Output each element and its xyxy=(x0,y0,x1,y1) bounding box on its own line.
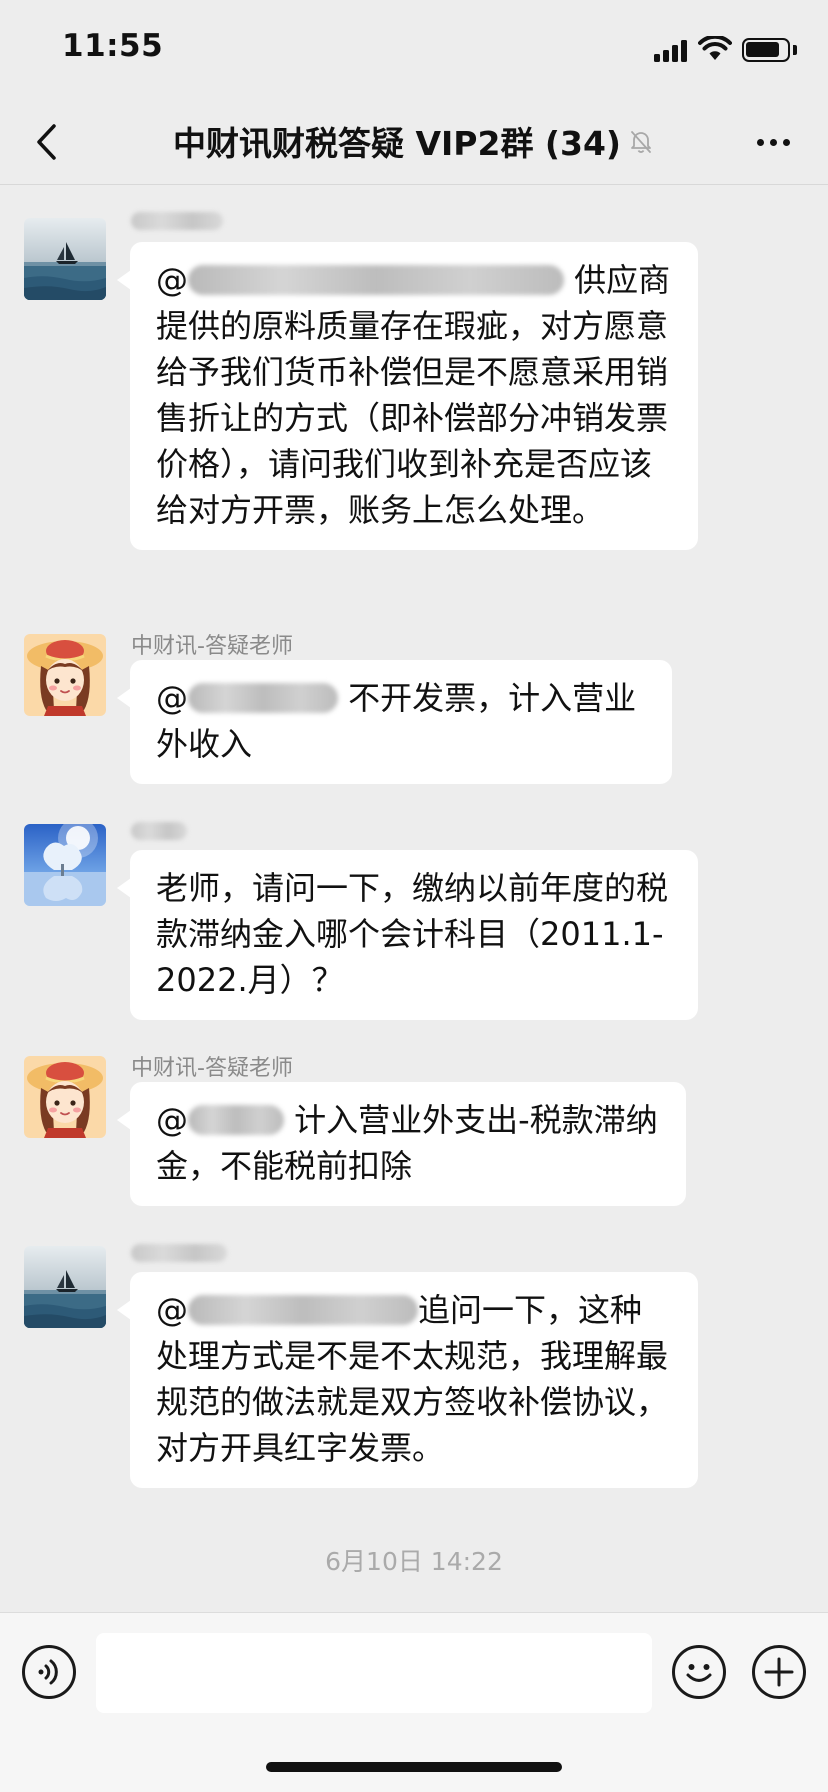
more-options-button[interactable] xyxy=(748,122,798,162)
nav-divider xyxy=(0,184,828,185)
message-text: 供应商提供的原料质量存在瑕疵，对方愿意给予我们货币补偿但是不愿意采用销售折让的方… xyxy=(156,261,671,529)
sender-name-redacted xyxy=(131,212,223,230)
voice-button[interactable] xyxy=(22,1645,76,1699)
mention-at: @ xyxy=(156,1291,188,1329)
nav-bar: 中财讯财税答疑 VIP2群 (34) xyxy=(0,100,828,184)
chat-title: 中财讯财税答疑 VIP2群 (34) xyxy=(172,124,622,163)
mention-redacted xyxy=(188,1295,418,1325)
voice-icon xyxy=(38,1659,58,1685)
mention-redacted xyxy=(188,1105,284,1135)
message-bubble[interactable]: @ 计入营业外支出-税款滞纳金，不能税前扣除 xyxy=(117,1082,686,1206)
more-icon xyxy=(756,138,764,146)
status-bar: 11:55 xyxy=(0,0,828,100)
chat-timestamp: 6月10日 14:22 xyxy=(325,1547,503,1576)
emoji-button[interactable] xyxy=(672,1645,726,1699)
sender-name: 中财讯-答疑老师 xyxy=(131,1056,293,1081)
message-input[interactable] xyxy=(96,1633,652,1713)
avatar[interactable] xyxy=(24,1246,106,1328)
more-functions-button[interactable] xyxy=(752,1645,806,1699)
home-indicator xyxy=(266,1762,562,1772)
message-bubble[interactable]: @ 追问一下，这种处理方式是不是不太规范，我理解最规范的做法就是双方签收补偿协议，… xyxy=(117,1272,698,1488)
avatar[interactable] xyxy=(24,1056,106,1138)
avatar[interactable] xyxy=(24,218,106,300)
back-chevron-icon xyxy=(37,124,56,160)
wifi-icon xyxy=(698,36,732,60)
battery-tip xyxy=(793,45,797,55)
battery-icon xyxy=(742,38,790,62)
message-bubble[interactable]: @ 不开发票，计入营业外收入 xyxy=(117,660,672,784)
mention-redacted xyxy=(188,265,564,295)
sender-name-redacted xyxy=(131,1244,227,1262)
mute-bell-icon xyxy=(631,131,651,153)
status-time: 11:55 xyxy=(62,28,164,64)
nav-title-group: 中财讯财税答疑 VIP2群 (34) xyxy=(100,116,728,166)
back-button[interactable] xyxy=(26,120,66,164)
message-bubble[interactable]: @ 供应商提供的原料质量存在瑕疵，对方愿意给予我们货币补偿但是不愿意采用销售折让… xyxy=(117,242,698,550)
avatar[interactable] xyxy=(24,634,106,716)
emoji-icon xyxy=(686,1664,712,1682)
avatar[interactable] xyxy=(24,824,106,906)
message-bubble[interactable]: 老师，请问一下，缴纳以前年度的税款滞纳金入哪个会计科目（2011.1-2022.… xyxy=(117,850,698,1020)
mention-redacted xyxy=(188,683,338,713)
plus-icon xyxy=(764,1657,794,1687)
mention-at: @ xyxy=(156,679,188,717)
chat-screen: 11:55 中财讯财税答疑 VIP2群 (34) @ 供应商提供的原料质量存在瑕… xyxy=(0,0,828,1792)
mention-at: @ xyxy=(156,261,188,299)
sender-name-redacted xyxy=(131,822,187,840)
cellular-signal-icon xyxy=(654,40,688,62)
mention-at: @ xyxy=(156,1101,188,1139)
message-text: 老师，请问一下，缴纳以前年度的税款滞纳金入哪个会计科目（2011.1-2022.… xyxy=(156,869,669,999)
sender-name: 中财讯-答疑老师 xyxy=(131,634,293,659)
